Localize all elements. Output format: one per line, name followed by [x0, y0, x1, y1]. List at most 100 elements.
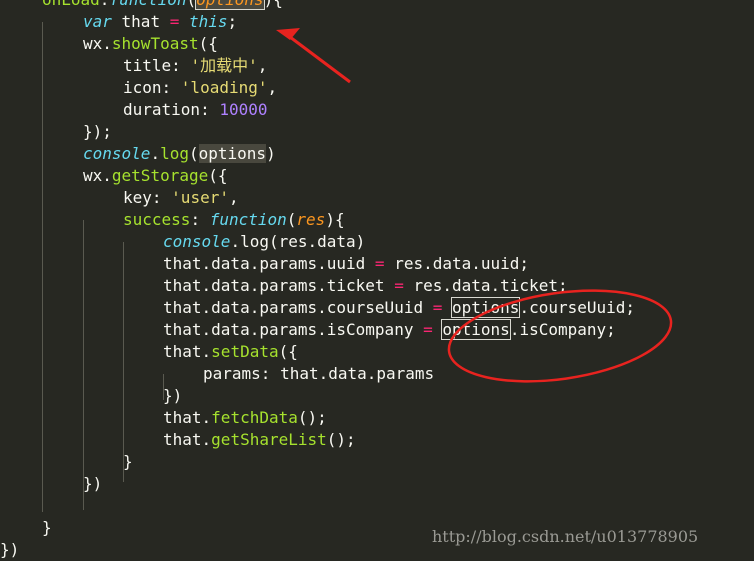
code-line[interactable]: }) [163, 385, 754, 407]
code-token: this [188, 12, 228, 31]
code-token: that.data.params.uuid [163, 254, 375, 273]
code-line[interactable]: that.fetchData(); [163, 407, 754, 429]
code-token: }) [163, 386, 183, 405]
code-token: : [190, 210, 210, 229]
code-line[interactable]: wx.showToast({ [83, 33, 754, 55]
code-line[interactable]: console.log(options) [83, 143, 754, 165]
code-line[interactable]: that.data.params.courseUuid = options.co… [163, 297, 754, 319]
code-token: ( [188, 144, 199, 163]
code-token: that [111, 12, 170, 31]
code-token: 'user' [171, 188, 229, 207]
code-token: (); [297, 408, 327, 427]
code-token: that.data.params.courseUuid [163, 298, 433, 317]
code-token: that. [163, 342, 212, 361]
code-token: = [374, 254, 385, 273]
code-token: console [163, 232, 231, 251]
code-token: res [296, 210, 326, 229]
code-token: function [109, 0, 186, 9]
code-line[interactable]: title: '加载中', [123, 55, 754, 77]
code-token: setData [211, 342, 279, 361]
code-token: = [432, 298, 443, 317]
code-token: }) [0, 540, 20, 559]
code-token: function [209, 210, 287, 229]
code-token: }) [83, 474, 103, 493]
code-token: = [394, 276, 404, 295]
code-token: res.data.ticket; [403, 276, 568, 295]
code-token: icon: [123, 78, 181, 97]
code-line[interactable]: var that = this; [83, 11, 754, 33]
code-line[interactable]: key: 'user', [123, 187, 754, 209]
code-line[interactable]: onLoad:function(options){ [42, 0, 754, 11]
code-token: fetchData [211, 408, 298, 427]
code-token: : [100, 0, 110, 9]
code-line[interactable] [0, 495, 754, 517]
code-token: ({ [278, 342, 298, 361]
code-line[interactable]: params: that.data.params [203, 363, 754, 385]
code-line[interactable]: wx.getStorage({ [83, 165, 754, 187]
code-token: success [123, 210, 191, 229]
code-token: wx. [83, 166, 112, 185]
code-token: that. [163, 408, 212, 427]
code-token: } [123, 452, 133, 471]
indent-guide [42, 22, 43, 512]
code-token: , [257, 56, 268, 75]
code-line[interactable]: icon: 'loading', [123, 77, 754, 99]
code-token: '加载中' [190, 56, 258, 75]
code-token: , [267, 78, 278, 97]
code-token: ){ [264, 0, 283, 9]
code-token: that.data.params.isCompany [163, 320, 424, 339]
code-token: wx. [83, 34, 112, 53]
code-token: showToast [111, 34, 199, 53]
code-line[interactable]: console.log(res.data) [163, 231, 754, 253]
code-token: , [228, 188, 239, 207]
code-token: onLoad [42, 0, 100, 9]
code-line[interactable]: }) [83, 473, 754, 495]
code-line[interactable]: duration: 10000 [123, 99, 754, 121]
code-token: that. [163, 430, 212, 449]
code-token: ( [187, 0, 197, 9]
code-token: options [195, 0, 265, 10]
code-token: log [160, 144, 189, 163]
code-token: ({ [198, 34, 218, 53]
code-token: params: that.data.params [203, 364, 435, 383]
code-token: getShareList [211, 430, 327, 449]
code-token: log(res.data) [240, 232, 366, 251]
code-line[interactable]: }); [83, 121, 754, 143]
code-token: ({ [208, 166, 228, 185]
code-token: } [42, 518, 52, 537]
code-token: res.data.uuid; [384, 254, 530, 273]
code-token: = [169, 12, 180, 31]
code-line[interactable]: that.data.params.ticket = res.data.ticke… [163, 275, 754, 297]
code-token: key: [123, 188, 172, 207]
code-token: ){ [325, 210, 345, 229]
code-line[interactable]: } [123, 451, 754, 473]
code-line[interactable]: success: function(res){ [123, 209, 754, 231]
code-line[interactable]: that.getShareList(); [163, 429, 754, 451]
code-token: duration: [123, 100, 220, 119]
code-token: (); [326, 430, 356, 449]
code-token: var [83, 12, 112, 31]
code-line[interactable]: that.data.params.isCompany = options.isC… [163, 319, 754, 341]
code-token: options [441, 319, 511, 340]
code-token: that.data.params.ticket [163, 276, 395, 295]
code-token: options [198, 144, 267, 163]
code-token: ) [266, 144, 276, 163]
code-token: ( [286, 210, 297, 229]
code-token: getStorage [111, 166, 209, 185]
code-token: 10000 [219, 100, 268, 119]
code-token: .isCompany; [509, 320, 616, 339]
code-token: console [83, 144, 151, 163]
code-token: 'loading' [180, 78, 268, 97]
code-line[interactable]: that.setData({ [163, 341, 754, 363]
code-editor[interactable]: onLoad:function(options){var that = this… [0, 0, 754, 559]
indent-guide [123, 242, 124, 482]
code-line[interactable]: that.data.params.uuid = res.data.uuid; [163, 253, 754, 275]
code-token: options [450, 297, 521, 318]
watermark: http://blog.csdn.net/u013778905 [432, 527, 699, 546]
code-token: . [230, 232, 241, 251]
code-token: . [150, 144, 161, 163]
code-token: }); [83, 122, 112, 141]
